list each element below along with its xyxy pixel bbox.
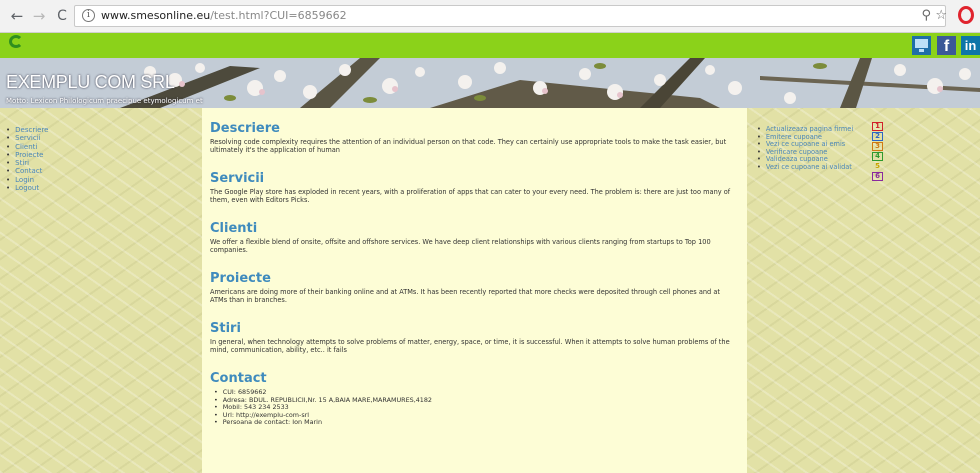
menu-item-clienti[interactable]: Clienti [6, 143, 186, 151]
arrow-left-icon[interactable]: ← [8, 7, 26, 25]
company-title: EXEMPLU COM SRL [6, 72, 175, 92]
linkedin-icon[interactable]: in [961, 36, 980, 55]
menu-item-descriere[interactable]: Descriere [6, 126, 186, 134]
company-motto: Motto: Lexicon Philologicum praecipue et… [6, 97, 203, 105]
menu-item-stiri[interactable]: Stiri [6, 159, 186, 167]
section-title-servicii: Servicii [210, 171, 265, 186]
section-text-descriere: Resolving code complexity requires the a… [210, 138, 727, 154]
reload-icon[interactable]: C [53, 7, 71, 25]
menu-item-proiecte[interactable]: Proiecte [6, 151, 186, 159]
arrow-right-icon[interactable]: → [30, 7, 48, 25]
section-text-stiri: In general, when technology attempts to … [210, 338, 730, 354]
section-text-clienti: We offer a flexible blend of onsite, off… [210, 238, 711, 254]
menu-item-servicii[interactable]: Servicii [6, 134, 186, 142]
section-title-stiri: Stiri [210, 321, 241, 336]
page-body: Descriere Servicii Clienti Proiecte Stir… [0, 108, 980, 473]
zoom-icon[interactable]: ⚲ [921, 8, 931, 23]
address-bar[interactable]: i www.smesonline.eu/test.html?CUI=685966… [74, 5, 947, 27]
step-badge-4: 4 [872, 152, 883, 161]
menu-item-logout[interactable]: Logout [6, 184, 186, 192]
section-title-contact: Contact [210, 371, 267, 386]
info-icon[interactable]: i [82, 9, 95, 22]
header-banner: EXEMPLU COM SRL Motto: Lexicon Philologi… [0, 58, 980, 108]
facebook-icon[interactable]: f [937, 36, 956, 55]
section-title-proiecte: Proiecte [210, 271, 271, 286]
contact-persoana: Persoana de contact: Ion Marin [210, 419, 739, 427]
section-text-servicii: The Google Play store has exploded in re… [210, 188, 731, 204]
step-badge-5: 5 [875, 162, 880, 170]
main-content: Descriere Resolving code complexity requ… [202, 108, 747, 473]
left-menu: Descriere Servicii Clienti Proiecte Stir… [6, 126, 186, 192]
contact-adresa: Adresa: BDUL. REPUBLICII,Nr. 15 A,BAIA M… [210, 396, 739, 405]
browser-toolbar: ← → C i www.smesonline.eu/test.html?CUI=… [0, 0, 980, 33]
step-badge-1: 1 [872, 122, 883, 131]
section-title-descriere: Descriere [210, 121, 280, 136]
monitor-icon[interactable] [912, 36, 931, 55]
step-badge-6: 6 [872, 172, 883, 181]
bookmark-star-icon[interactable]: ☆ [935, 8, 947, 23]
url-text[interactable]: www.smesonline.eu/test.html?CUI=6859662 [101, 9, 347, 22]
menu-item-login[interactable]: Login [6, 176, 186, 184]
site-top-bar: f in [0, 33, 980, 58]
opera-icon[interactable] [958, 6, 974, 24]
section-text-proiecte: Americans are doing more of their bankin… [210, 288, 720, 304]
step-badges: 1 2 3 4 5 6 [872, 122, 886, 182]
step-badge-3: 3 [872, 142, 883, 151]
site-logo-icon[interactable] [7, 34, 29, 56]
menu-item-contact[interactable]: Contact [6, 167, 186, 175]
section-title-clienti: Clienti [210, 221, 258, 236]
contact-list: CUI: 6859662 Adresa: BDUL. REPUBLICII,Nr… [210, 388, 739, 427]
step-badge-2: 2 [872, 132, 883, 141]
